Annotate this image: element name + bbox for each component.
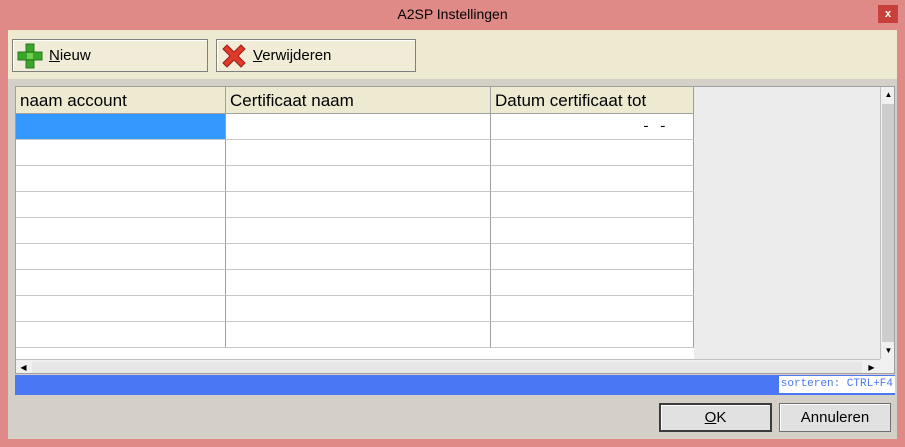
close-button[interactable]: x [878, 5, 898, 23]
new-button-label: Nieuw [49, 47, 91, 64]
cell-account[interactable] [16, 270, 226, 296]
column-header-certificate[interactable]: Certificaat naam [226, 87, 491, 114]
window-client-area: Nieuw Verwijderen naam account Certifica… [8, 30, 897, 439]
ok-button[interactable]: OK [659, 403, 772, 432]
status-bar: sorteren: CTRL+F4 [15, 375, 895, 395]
cell-account[interactable] [16, 244, 226, 270]
cell-account[interactable] [16, 140, 226, 166]
cell-date[interactable] [491, 244, 694, 270]
cell-date[interactable] [491, 218, 694, 244]
vertical-scroll-thumb[interactable] [882, 104, 894, 342]
accounts-grid[interactable]: naam account Certificaat naam Datum cert… [15, 86, 895, 374]
scroll-down-icon[interactable]: ▼ [881, 343, 894, 359]
cell-certificate[interactable] [226, 244, 491, 270]
cell-date[interactable] [491, 140, 694, 166]
scroll-left-icon[interactable]: ◀ [16, 360, 31, 373]
cell-certificate[interactable] [226, 166, 491, 192]
delete-button-label: Verwijderen [253, 47, 332, 64]
cell-account[interactable] [16, 322, 226, 348]
red-x-icon [222, 43, 246, 68]
cell-date[interactable]: - - [491, 114, 694, 140]
sort-hint: sorteren: CTRL+F4 [778, 376, 895, 393]
cell-date[interactable] [491, 192, 694, 218]
cell-certificate[interactable] [226, 322, 491, 348]
cell-account[interactable] [16, 114, 226, 140]
cell-certificate[interactable] [226, 218, 491, 244]
toolbar: Nieuw Verwijderen [8, 30, 897, 79]
cell-account[interactable] [16, 296, 226, 322]
scrollbar-corner [880, 359, 894, 373]
cell-certificate[interactable] [226, 140, 491, 166]
cell-date[interactable] [491, 322, 694, 348]
vertical-scrollbar[interactable]: ▲ ▼ [880, 87, 894, 359]
cell-account[interactable] [16, 218, 226, 244]
column-header-account[interactable]: naam account [16, 87, 226, 114]
cell-date[interactable] [491, 296, 694, 322]
grid-empty-area [694, 87, 880, 359]
cell-account[interactable] [16, 192, 226, 218]
cell-certificate[interactable] [226, 296, 491, 322]
new-button[interactable]: Nieuw [12, 39, 208, 72]
cell-certificate[interactable] [226, 270, 491, 296]
scroll-up-icon[interactable]: ▲ [881, 87, 894, 103]
settings-window: A2SP Instellingen x Nieuw Verwijderen na [0, 0, 905, 447]
cell-certificate[interactable] [226, 192, 491, 218]
delete-button[interactable]: Verwijderen [216, 39, 416, 72]
horizontal-scrollbar[interactable]: ◀ ▶ [16, 359, 880, 373]
window-title: A2SP Instellingen [397, 6, 508, 22]
horizontal-scroll-thumb[interactable] [32, 362, 862, 373]
column-header-date[interactable]: Datum certificaat tot [491, 87, 694, 114]
cell-account[interactable] [16, 166, 226, 192]
scroll-right-icon[interactable]: ▶ [864, 360, 879, 373]
cell-date[interactable] [491, 166, 694, 192]
green-plus-icon [17, 43, 43, 68]
cancel-button[interactable]: Annuleren [779, 403, 891, 432]
cell-date[interactable] [491, 270, 694, 296]
cell-certificate[interactable] [226, 114, 491, 140]
